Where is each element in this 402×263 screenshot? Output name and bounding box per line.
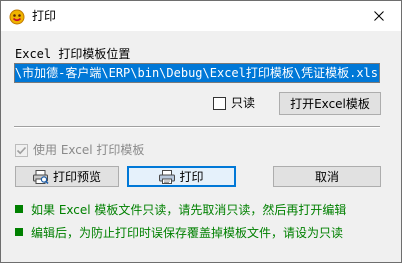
use-excel-template-label: 使用 Excel 打印模板 [33,143,145,157]
print-preview-icon [32,169,49,184]
cancel-button[interactable]: 取消 [273,166,381,187]
smiley-app-icon [9,9,25,25]
use-excel-template-checkbox[interactable] [15,144,28,157]
green-square-icon [15,205,23,213]
title-bar: 打印 [1,1,401,31]
note-text-1: 如果 Excel 模板文件只读，请先取消只读，然后再打开编辑 [31,203,347,217]
close-button[interactable] [357,1,401,31]
template-location-label: Excel 打印模板位置 [15,47,131,61]
template-path-value: cn\市加德-客户端\ERP\bin\Debug\Excel打印模板\凭证模板.… [15,64,379,82]
cancel-label: 取消 [314,170,339,184]
print-preview-button[interactable]: 打印预览 [15,166,119,187]
note-text-2: 编辑后，为防止打印时误保存覆盖掉模板文件，请设为只读 [31,226,344,240]
printer-icon [159,169,176,184]
print-preview-label: 打印预览 [52,170,101,184]
print-button[interactable]: 打印 [127,166,236,187]
window-title: 打印 [32,9,57,23]
print-label: 打印 [179,170,204,184]
readonly-checkbox[interactable] [213,97,226,110]
print-dialog: 打印 Excel 打印模板位置 cn\市加德-客户端\ERP\bin\Debug… [0,0,402,263]
checkmark-icon [16,146,27,155]
note-line-1: 如果 Excel 模板文件只读，请先取消只读，然后再打开编辑 [15,203,346,217]
open-excel-template-button[interactable]: 打开Excel模板 [279,92,381,115]
open-excel-template-label: 打开Excel模板 [290,97,370,111]
green-square-icon [15,228,23,236]
readonly-label[interactable]: 只读 [231,96,255,110]
note-line-2: 编辑后，为防止打印时误保存覆盖掉模板文件，请设为只读 [15,226,343,240]
close-icon [374,11,384,21]
template-path-input[interactable]: cn\市加德-客户端\ERP\bin\Debug\Excel打印模板\凭证模板.… [14,63,380,83]
separator-line [14,126,380,128]
